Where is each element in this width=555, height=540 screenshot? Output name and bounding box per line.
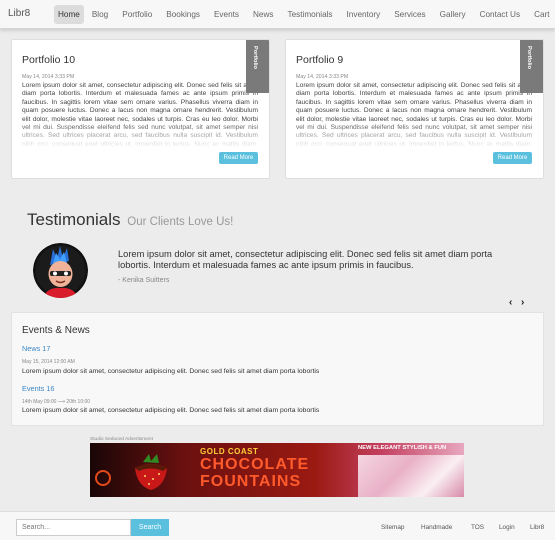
main-nav: Home Blog Portfolio Bookings Events News… [52, 5, 550, 24]
banner-logo-icon [95, 470, 111, 486]
top-navbar: Libr8 Home Blog Portfolio Bookings Event… [0, 0, 555, 29]
avatar-illustration-icon [33, 243, 88, 298]
portfolio-card: Portfolio 10 May 14, 2014 3:33 PM Lorem … [11, 39, 270, 179]
nav-item-bookings[interactable]: Bookings [166, 5, 200, 24]
testimonial-carousel-controls: ‹ › [509, 297, 531, 309]
nav-item-events[interactable]: Events [214, 5, 239, 24]
read-more-button[interactable]: Read More [219, 152, 258, 164]
nav-item-cart[interactable]: Cart [534, 5, 549, 24]
nav-item-blog[interactable]: Blog [92, 5, 108, 24]
footer: Search Sitemap Handmade TOS Login Libr8 [0, 511, 555, 540]
event-summary: Lorem ipsum dolor sit amet, consectetur … [22, 407, 320, 414]
text-fade-overlay [286, 122, 543, 148]
testimonials-title: Testimonials [27, 210, 121, 229]
portfolio-date: May 14, 2014 3:33 PM [296, 74, 349, 80]
event-title-link[interactable]: News 17 [22, 344, 50, 353]
portfolio-card: Portfolio 9 May 14, 2014 3:33 PM Lorem i… [285, 39, 544, 179]
search-button[interactable]: Search [131, 519, 169, 536]
footer-link-sitemap[interactable]: Sitemap [381, 524, 404, 531]
chevron-left-icon[interactable]: ‹ [509, 297, 512, 309]
event-date: 14th May 09:00 ⟶ 20th 10:00 [22, 399, 91, 405]
brand-logo[interactable]: Libr8 [8, 8, 30, 19]
footer-link-libr8[interactable]: Libr8 [530, 524, 544, 531]
nav-item-gallery[interactable]: Gallery [440, 5, 466, 24]
ribbon-label: Portfolio [252, 46, 258, 69]
nav-item-portfolio[interactable]: Portfolio [122, 5, 152, 24]
advertisement-banner[interactable]: GOLD COAST CHOCOLATE FOUNTAINS NEW ELEGA… [90, 443, 464, 497]
portfolio-title[interactable]: Portfolio 10 [22, 54, 75, 66]
portfolio-title[interactable]: Portfolio 9 [296, 54, 343, 66]
event-date: May 15, 2014 12:00 AM [22, 359, 75, 365]
portfolio-ribbon: Portfolio [520, 40, 543, 93]
nav-item-contact-us[interactable]: Contact Us [480, 5, 521, 24]
event-summary: Lorem ipsum dolor sit amet, consectetur … [22, 368, 320, 375]
testimonials-heading: Testimonials Our Clients Love Us! [27, 210, 233, 230]
search-input[interactable] [16, 519, 131, 536]
nav-item-testimonials[interactable]: Testimonials [287, 5, 332, 24]
footer-link-login[interactable]: Login [499, 524, 515, 531]
chevron-right-icon[interactable]: › [521, 297, 524, 309]
nav-item-services[interactable]: Services [394, 5, 425, 24]
testimonial-quote: Lorem ipsum dolor sit amet, consectetur … [118, 249, 493, 271]
marshmallow-image [358, 455, 464, 497]
footer-link-handmade[interactable]: Handmade [421, 524, 452, 531]
portfolio-ribbon: Portfolio [246, 40, 269, 93]
testimonial-author: - Kenika Suitters [118, 277, 170, 284]
nav-item-news[interactable]: News [253, 5, 273, 24]
avatar [33, 243, 88, 298]
banner-line-3: FOUNTAINS [200, 473, 302, 490]
nav-item-inventory[interactable]: Inventory [347, 5, 381, 24]
banner-line-2: CHOCOLATE [200, 456, 310, 473]
ribbon-label: Portfolio [526, 46, 532, 69]
strawberry-icon [135, 454, 167, 490]
portfolio-date: May 14, 2014 3:33 PM [22, 74, 75, 80]
banner-tagline: NEW ELEGANT STYLISH & FUN [358, 445, 447, 451]
read-more-button[interactable]: Read More [493, 152, 532, 164]
event-title-link[interactable]: Events 16 [22, 384, 54, 393]
text-fade-overlay [12, 122, 269, 148]
events-heading: Events & News [22, 325, 90, 336]
advertisement-label: Studio Seduced Advertisment [90, 437, 153, 442]
events-news-panel: Events & News News 17 May 15, 2014 12:00… [11, 312, 544, 426]
nav-item-home[interactable]: Home [54, 5, 84, 24]
testimonials-subtitle: Our Clients Love Us! [127, 216, 234, 228]
banner-line-1: GOLD COAST [200, 447, 259, 456]
footer-link-tos[interactable]: TOS [471, 524, 484, 531]
